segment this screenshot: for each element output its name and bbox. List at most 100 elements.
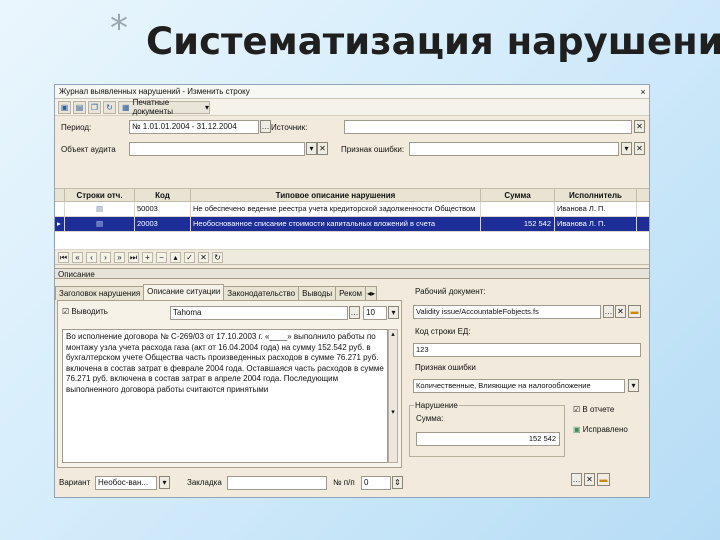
toolbar: ▣ ▤ ❐ ↻ ▦ Печатные документы ▾ <box>55 98 649 116</box>
num-spin-icon[interactable]: ⇕ <box>392 476 403 489</box>
source-clear-icon[interactable]: ✕ <box>634 120 645 133</box>
next-page-icon[interactable]: » <box>114 251 125 263</box>
bottom-ellipsis-icon[interactable]: … <box>571 473 582 486</box>
tab-violation-header[interactable]: Заголовок нарушения <box>55 286 145 300</box>
error-sign-label: Признак ошибки: <box>341 145 405 154</box>
sum-label: Сумма: <box>416 414 444 423</box>
table-row-selected[interactable]: ▸ ▤ 20003 Необоснованное списание стоимо… <box>55 217 649 232</box>
app-window: Журнал выявленных нарушений - Изменить с… <box>54 84 650 498</box>
in-report-checkbox[interactable]: ☑ В отчете <box>573 405 614 414</box>
prev-record-icon[interactable]: ‹ <box>86 251 97 263</box>
slide-title: * Систематизация нарушений <box>110 8 720 72</box>
save-icon[interactable]: ▤ <box>73 100 86 114</box>
table-row-empty <box>55 232 649 250</box>
print-documents-button[interactable]: ▦ Печатные документы ▾ <box>118 98 210 116</box>
num-label: № п/п <box>333 478 355 487</box>
period-field[interactable]: № 1.01.01.2004 - 31.12.2004 <box>129 120 259 134</box>
col-executor[interactable]: Исполнитель <box>555 189 637 201</box>
font-ellipsis-icon[interactable]: … <box>349 306 360 319</box>
post-record-icon[interactable]: ✓ <box>184 251 195 263</box>
bookmark-field[interactable] <box>227 476 327 490</box>
fixed-status-icon: ▣ <box>573 425 581 434</box>
col-sum[interactable]: Сумма <box>481 189 555 201</box>
col-report-lines[interactable]: Строки отч. <box>65 189 135 201</box>
checkmark-icon: ☑ <box>62 307 70 316</box>
col-description[interactable]: Типовое описание нарушения <box>191 189 481 201</box>
error-sign-select-dropdown-icon[interactable]: ▾ <box>628 379 639 392</box>
document-icon: ▤ <box>65 217 135 231</box>
work-doc-ellipsis-icon[interactable]: … <box>603 305 614 318</box>
slide-title-text: Систематизация нарушений <box>146 20 720 63</box>
next-record-icon[interactable]: › <box>100 251 111 263</box>
row-description: Не обеспечено ведение реестра учета кред… <box>191 202 481 216</box>
variant-select[interactable]: Необос-ван... <box>95 476 157 490</box>
font-size-dropdown-icon[interactable]: ▾ <box>388 306 399 319</box>
refresh-records-icon[interactable]: ↻ <box>212 251 223 263</box>
violation-label: Нарушение <box>414 401 459 410</box>
font-size-select[interactable]: 10 <box>363 306 387 320</box>
grid-navigator: ⏮ « ‹ › » ⏭ + − ▴ ✓ ✕ ↻ <box>55 250 649 265</box>
first-record-icon[interactable]: ⏮ <box>58 251 69 263</box>
error-sign-dropdown-icon[interactable]: ▾ <box>621 142 632 155</box>
refresh-icon[interactable]: ↻ <box>103 100 116 114</box>
object-field[interactable] <box>129 142 305 156</box>
new-icon[interactable]: ▣ <box>58 100 71 114</box>
row-executor: Иванова Л. П. <box>555 202 637 216</box>
last-record-icon[interactable]: ⏭ <box>128 251 139 263</box>
object-clear-icon[interactable]: ✕ <box>317 142 328 155</box>
tab-recommendations[interactable]: Реком <box>335 286 367 300</box>
text-scrollbar[interactable]: ▴ ▾ <box>388 329 398 463</box>
col-code[interactable]: Код <box>135 189 191 201</box>
tab-legislation[interactable]: Законодательство <box>223 286 300 300</box>
violation-group: Нарушение Сумма: 152 542 <box>409 401 565 457</box>
tab-scroll-icon[interactable]: ◂▸ <box>365 286 378 300</box>
description-section-label: Описание <box>55 268 649 279</box>
filters: Период: № 1.01.01.2004 - 31.12.2004 … Ис… <box>55 116 649 168</box>
sum-field[interactable]: 152 542 <box>416 432 560 446</box>
folder-icon[interactable]: ▬ <box>628 305 641 318</box>
source-label: Источник: <box>271 123 308 132</box>
work-doc-clear-icon[interactable]: ✕ <box>615 305 626 318</box>
output-label: Выводить <box>71 307 108 316</box>
period-label: Период: <box>61 123 92 132</box>
error-sign-select[interactable]: Количественные, Влияющие на налогообложе… <box>413 379 625 393</box>
row-code-field[interactable]: 123 <box>413 343 641 357</box>
error-sign-clear-icon[interactable]: ✕ <box>634 142 645 155</box>
error-sign-field[interactable] <box>409 142 619 156</box>
row-sum: 152 542 <box>481 217 555 231</box>
bottom-clear-icon[interactable]: ✕ <box>584 473 595 486</box>
row-code: 50003 <box>135 202 191 216</box>
slide-star: * <box>110 8 128 49</box>
bookmark-label: Закладка <box>187 478 222 487</box>
cancel-record-icon[interactable]: ✕ <box>198 251 209 263</box>
add-record-icon[interactable]: + <box>142 251 153 263</box>
bottom-folder-icon[interactable]: ▬ <box>597 473 610 486</box>
tab-situation-description[interactable]: Описание ситуации <box>143 284 225 300</box>
tab-conclusions[interactable]: Выводы <box>298 286 337 300</box>
error-sign-panel-label: Признак ошибки <box>415 363 476 372</box>
edit-record-icon[interactable]: ▴ <box>170 251 181 263</box>
work-doc-field[interactable]: Validity issue/AccountableFobjects.fs <box>413 305 601 319</box>
fixed-label: Исправлено <box>582 425 628 434</box>
object-label: Объект аудита <box>61 145 116 154</box>
object-dropdown-icon[interactable]: ▾ <box>306 142 317 155</box>
fixed-checkbox[interactable]: ▣ Исправлено <box>573 425 628 434</box>
font-select[interactable]: Tahoma <box>170 306 348 320</box>
prev-page-icon[interactable]: « <box>72 251 83 263</box>
checkmark-icon: ☑ <box>573 405 581 414</box>
num-field[interactable]: 0 <box>361 476 391 490</box>
situation-text[interactable]: Во исполнение договора № С-269/03 от 17.… <box>62 329 388 463</box>
close-icon[interactable]: × <box>637 87 649 97</box>
variant-dropdown-icon[interactable]: ▾ <box>159 476 170 489</box>
bottom-bar: Вариант Необос-ван... ▾ Закладка № п/п 0… <box>55 474 405 494</box>
row-executor: Иванова Л. П. <box>555 217 637 231</box>
print-documents-label: Печатные документы <box>132 98 173 116</box>
period-ellipsis-icon[interactable]: … <box>260 120 271 133</box>
row-code-label: Код строки ЕД: <box>415 327 471 336</box>
output-checkbox[interactable]: ☑ Выводить <box>62 307 108 316</box>
source-field[interactable] <box>344 120 632 134</box>
delete-record-icon[interactable]: − <box>156 251 167 263</box>
table-row[interactable]: ▤ 50003 Не обеспечено ведение реестра уч… <box>55 202 649 217</box>
description-tabs: Заголовок нарушения Описание ситуации За… <box>55 284 405 300</box>
copy-icon[interactable]: ❐ <box>88 100 101 114</box>
